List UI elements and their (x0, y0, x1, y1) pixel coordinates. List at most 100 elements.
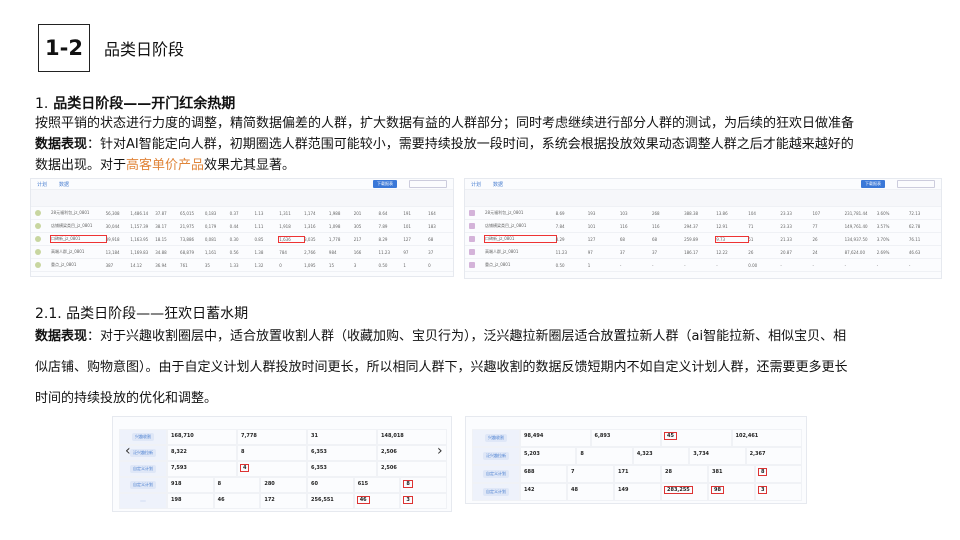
status-icon (35, 262, 41, 268)
tab-data[interactable]: 数据 (59, 181, 69, 188)
table-cell: 21,975 (180, 223, 195, 229)
metric-cell: 615 (353, 477, 401, 493)
table-cell: 231,781.44 (844, 210, 868, 216)
metrics-row: 兴趣收割 98,494 6,893 45 102,461 (472, 429, 802, 447)
metric-cell: 46 (353, 493, 401, 509)
metrics-grid: 兴趣收割 168,710 7,778 31 148,018 泛兴趣拉新 8,322 8 6,35… (119, 429, 448, 509)
table-cell: - (844, 262, 847, 268)
metric-value: 8 (580, 451, 584, 457)
table-cell: 1,918 (279, 223, 291, 229)
metrics-row: 自定义计划 918 8 280 60 615 8 (119, 477, 448, 493)
metric-cell: 6,353 (307, 445, 377, 461)
section1-paragraph-line3: 数据出现。对于高客单价产品效果尤其显著。 (35, 155, 935, 176)
metric-value: 45 (664, 432, 677, 440)
table-cell: - (619, 262, 622, 268)
metric-value: 8 (241, 449, 245, 455)
table-cell: 11.23 (555, 249, 568, 255)
table-cell: 11.23 (378, 249, 390, 255)
table-body: 28元福利包_jz_0801 56,308 1,486.14 37.87 65,015 0… (31, 207, 453, 272)
segment-label: 自定义计划 (130, 465, 156, 473)
table-cell: 77 (812, 223, 818, 229)
metric-cell: 3,734 (689, 447, 746, 465)
table-cell: 984 (328, 249, 337, 255)
table-cell: 68 (651, 236, 658, 242)
metric-value: 2,506 (381, 465, 397, 471)
table-cell: 1.13 (254, 210, 264, 216)
search-input[interactable] (897, 180, 935, 188)
chevron-left-icon[interactable]: ‹ (125, 443, 131, 459)
segment-label: 泛兴趣拉新 (130, 449, 156, 457)
metric-cell: 149 (614, 483, 661, 501)
screenshot-b-toolbar: 计划 数据 下载报表 (465, 179, 941, 190)
table-cell: 37 (619, 249, 625, 255)
table-row[interactable]: 重点_jz_0801 387 14.12 36.94 761 35 1.33 1.32 0 1,0… (31, 259, 453, 272)
download-button[interactable]: 下载报表 (373, 180, 397, 188)
tab-data[interactable]: 数据 (493, 181, 503, 188)
chevron-right-icon[interactable]: › (437, 443, 443, 459)
table-row[interactable]: 口碑新_jz_0801 39,918 1,163.95 18.15 73,886 0,08… (31, 233, 453, 246)
table-cell: 21.33 (780, 236, 792, 242)
tab-plan[interactable]: 计划 (471, 181, 481, 188)
segment-label: 自定义计划 (483, 488, 509, 496)
metrics-row: 自定义计划 688 7 171 28 381 8 (472, 465, 802, 483)
table-cell: 9.73 (715, 235, 750, 243)
tab-plan[interactable]: 计划 (37, 181, 47, 188)
table-cell: 0.56 (229, 249, 239, 255)
table-row[interactable]: 28元福利包_jz_0801 8.69 193 103 268 388.38 13.86 10… (465, 207, 941, 220)
table-cell: 87,624.00 (844, 249, 865, 255)
metric-value: 7,593 (171, 465, 187, 471)
table-cell: 191 (403, 210, 411, 216)
table-row[interactable]: 高端人群_jz_0801 11.23 97 37 37 186.17 12.22 26 20.8… (465, 246, 941, 259)
table-row[interactable]: 高端人群_jz_0801 13,184 1,169.83 34.88 68,879 1,1… (31, 246, 453, 259)
metrics-row: 泛兴趣拉新 8,322 8 6,353 2,506 (119, 445, 447, 461)
table-cell: 1.11 (254, 223, 264, 229)
section2-paragraph-line1: 数据表现：对于兴趣收割圈层中，适合放置收割人群（收藏加购、宝贝行为），泛兴趣拉新… (35, 326, 935, 347)
table-cell: 68 (428, 236, 434, 242)
metric-cell: 60 (307, 477, 354, 493)
table-cell: 8.69 (555, 210, 565, 216)
metric-cell: 171 (614, 465, 661, 483)
search-input[interactable] (409, 180, 447, 188)
metric-cell: 3 (755, 483, 802, 501)
table-row[interactable]: 28元福利包_jz_0801 56,308 1,486.14 37.87 65,015 0… (31, 207, 453, 220)
table-cell: 1,174 (304, 210, 316, 216)
metric-cell: 102,461 (731, 429, 802, 447)
table-cell: 186.17 (684, 249, 699, 255)
metric-cell: 8 (237, 445, 307, 461)
table-row[interactable]: 重点_jz_0801 0.50 1 - - - - 0.00 - - - - - (465, 259, 941, 272)
section2-paragraph-line2: 似店铺、购物意图）。由于自定义计划人群投放时间更长，所以相同人群下，兴趣收割的数… (35, 360, 848, 375)
metric-value: 46 (356, 496, 370, 504)
table-cell: 37 (651, 249, 658, 255)
screenshot-d: 兴趣收割 98,494 6,893 45 102,461 泛兴趣拉新 5,203 8 4,323… (465, 416, 807, 504)
table-row[interactable]: 口碑新_jz_0801 8.29 127 68 68 259.89 9.73 51 21.33 2… (465, 233, 941, 246)
download-button[interactable]: 下载报表 (861, 180, 885, 188)
metric-cell: 381 (708, 465, 755, 483)
metric-value: 102,461 (735, 433, 759, 439)
table-cell: 97 (403, 249, 409, 255)
slide-title: 品类日阶段 (104, 40, 185, 59)
row-name: 口碑新_jz_0801 (50, 235, 107, 243)
table-cell: 15 (328, 262, 334, 268)
table-cell: 65,015 (180, 210, 195, 216)
table-cell: 72.13 (908, 210, 921, 216)
metric-value: 8,322 (171, 449, 187, 455)
table-row[interactable]: 店铺横梁类目_jz_0801 30,044 1,157.39 38.17 21,975 0… (31, 220, 453, 233)
metric-value: 31 (311, 433, 318, 439)
table-cell: 39,918 (105, 236, 120, 242)
metric-cell: 5,203 (520, 447, 577, 465)
high-price-highlight: 高客单价产品 (126, 158, 205, 173)
table-cell: 8.29 (555, 236, 565, 242)
table-cell: 116 (651, 223, 660, 229)
table-cell: 166 (353, 249, 362, 255)
table-cell: 183 (428, 223, 436, 229)
metric-value: 615 (357, 481, 369, 487)
metric-cell: 6,353 (307, 461, 377, 477)
table-header (31, 190, 453, 207)
metric-value: 8 (403, 480, 413, 488)
table-cell: - (812, 262, 814, 268)
row-name: 店铺横梁类目_jz_0801 (485, 223, 527, 228)
table-cell: 36.94 (155, 262, 167, 268)
table-cell: 23.33 (780, 223, 792, 229)
table-cell: 2.69% (876, 249, 890, 255)
table-row[interactable]: 店铺横梁类目_jz_0801 7.84 101 116 116 294.37 12.91 71… (465, 220, 941, 233)
